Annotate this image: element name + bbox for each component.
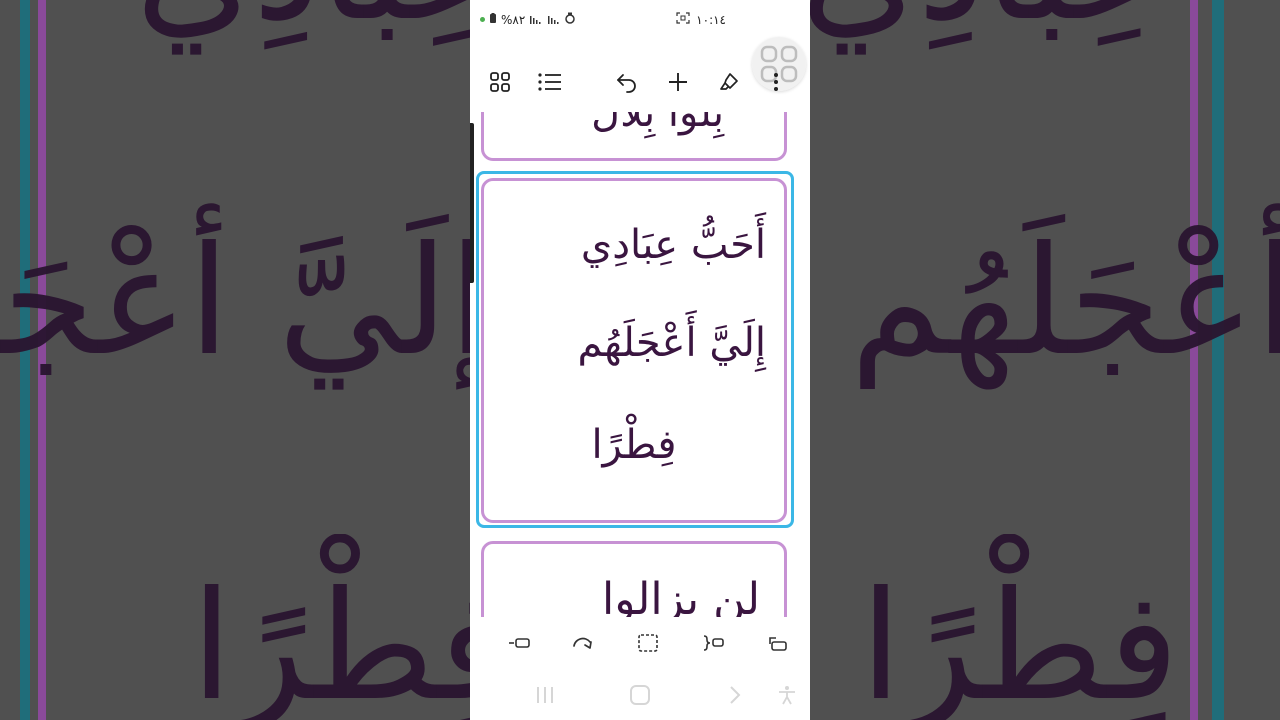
signal-icon	[529, 13, 543, 27]
back-button[interactable]	[720, 683, 750, 707]
home-icon	[630, 685, 650, 705]
list-view-button[interactable]	[536, 68, 564, 96]
card-text-line-2: إِلَيَّ أَعْجَلَهُم	[577, 320, 766, 366]
grid-view-button[interactable]	[486, 68, 514, 96]
group-button[interactable]	[700, 630, 726, 656]
clock-time: ١٠:١٤	[696, 12, 726, 27]
status-left: %٨٢	[480, 12, 576, 27]
move-left-button[interactable]	[506, 630, 532, 656]
highlight-button[interactable]	[715, 68, 743, 96]
screenshot-icon	[676, 12, 690, 27]
background-text: عِبَادِي	[135, 0, 470, 54]
card-text: بِلُوا بِلَال	[591, 112, 724, 136]
home-button[interactable]	[625, 683, 655, 707]
list-icon	[538, 73, 561, 91]
background-text: إلَيَّ أعْجَلَهُم	[0, 215, 470, 389]
redo-curve-icon	[573, 637, 592, 649]
alarm-icon	[565, 12, 576, 27]
bottom-toolbar	[470, 622, 810, 662]
privacy-dot-icon	[480, 17, 485, 22]
highlighter-icon	[720, 73, 738, 90]
add-button[interactable]	[664, 68, 692, 96]
undo-button[interactable]	[613, 68, 641, 96]
undo-icon	[617, 74, 636, 93]
accessibility-icon	[779, 686, 795, 705]
insert-after-icon	[769, 637, 787, 651]
grid-icon	[490, 72, 510, 92]
redo-button[interactable]	[570, 630, 596, 656]
background-text: عِبَادِي	[810, 0, 1165, 54]
battery-percent: %٨٢	[501, 12, 526, 27]
recents-button[interactable]	[530, 683, 560, 707]
signal-icon	[547, 13, 561, 27]
top-toolbar	[470, 62, 810, 102]
chevron-right-icon	[730, 686, 741, 704]
plus-icon	[669, 73, 687, 91]
background-text: فِطْرًا	[860, 560, 1180, 720]
phone-screen: %٨٢ ١٠:١٤ بِلُوا بِلَال أَحَبُّ عِبَادِي…	[470, 0, 810, 720]
status-bar: %٨٢ ١٠:١٤	[470, 0, 810, 40]
background-right: عِبَادِي إلَيَّ أعْجَلَهُم فِطْرًا	[810, 0, 1280, 720]
card-text-line-3: فِطْرًا	[591, 422, 677, 468]
card-current[interactable]: أَحَبُّ عِبَادِي إِلَيَّ أَعْجَلَهُم فِط…	[481, 178, 787, 523]
background-left: عِبَادِي إلَيَّ أعْجَلَهُم فِطْرًا	[0, 0, 470, 720]
insert-before-icon	[509, 638, 530, 648]
recents-icon	[537, 687, 553, 703]
system-nav-bar	[470, 675, 810, 715]
status-right: ١٠:١٤	[676, 12, 726, 27]
move-right-button[interactable]	[765, 630, 791, 656]
card-previous[interactable]: بِلُوا بِلَال	[481, 112, 787, 161]
selection-box-icon	[638, 634, 658, 652]
accessibility-button[interactable]	[772, 683, 802, 707]
battery-icon	[489, 12, 497, 27]
card-text-line-1: أَحَبُّ عِبَادِي	[580, 222, 766, 268]
card-next[interactable]: لن يزالوا	[481, 541, 787, 617]
background-text: فِطْرًا	[190, 560, 470, 720]
card-text: لن يزالوا	[602, 574, 760, 617]
more-options-button[interactable]	[766, 68, 786, 96]
background-text: إلَيَّ أعْجَلَهُم	[850, 215, 1280, 389]
select-button[interactable]	[635, 630, 661, 656]
more-vertical-icon	[774, 73, 778, 91]
cards-list: بِلُوا بِلَال أَحَبُّ عِبَادِي إِلَيَّ أ…	[470, 112, 810, 617]
bracket-icon	[703, 635, 724, 651]
